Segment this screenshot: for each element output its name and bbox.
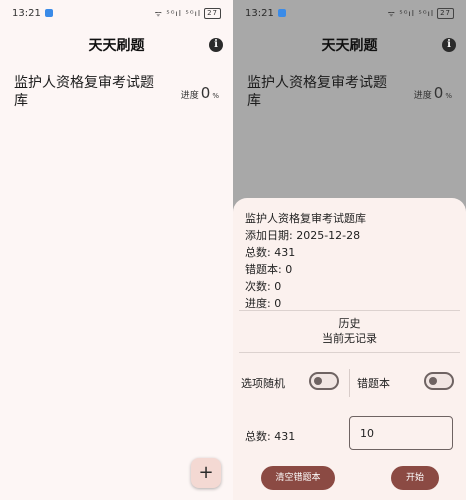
- battery-icon: 27: [437, 7, 454, 19]
- bank-details: 监护人资格复审考试题库 添加日期: 2025-12-28 总数: 431 错题本…: [245, 210, 366, 312]
- divider: [239, 352, 460, 353]
- progress-label: 进度: [413, 91, 432, 101]
- bank-progress: 进度 0 %: [181, 84, 219, 102]
- wrongbook-toggle[interactable]: [424, 372, 454, 390]
- app-bar: 天天刷题 i: [0, 30, 233, 60]
- bottom-sheet: 监护人资格复审考试题库 添加日期: 2025-12-28 总数: 431 错题本…: [233, 198, 466, 500]
- info-icon[interactable]: i: [209, 38, 223, 52]
- random-options-label: 选项随机: [241, 377, 285, 390]
- info-icon[interactable]: i: [442, 38, 456, 52]
- wrongbook-label: 错题本: [357, 377, 390, 390]
- divider: [239, 310, 460, 311]
- system-icons: ᯤ ⁵ᴳıl ⁵ᴳıl 27: [154, 7, 221, 19]
- toggle-knob: [314, 377, 322, 385]
- notification-icon: [44, 9, 53, 17]
- app-bar: 天天刷题 i: [233, 30, 466, 60]
- detail-wrong-count: 错题本: 0: [245, 263, 293, 276]
- add-bank-button[interactable]: +: [191, 458, 221, 488]
- random-options-toggle[interactable]: [309, 372, 339, 390]
- progress-value: 0: [433, 84, 444, 102]
- home-screen: 13:21 ᯤ ⁵ᴳıl ⁵ᴳıl 27 天天刷题 i 监护人资格复审考试题库 …: [0, 0, 233, 500]
- history-section: 历史 当前无记录: [233, 316, 466, 346]
- progress-label: 进度: [180, 91, 199, 101]
- progress-unit: %: [212, 92, 219, 100]
- divider: [349, 369, 350, 397]
- question-bank-item[interactable]: 监护人资格复审考试题库 进度 0 %: [247, 74, 454, 116]
- progress-unit: %: [445, 92, 452, 100]
- bank-detail-screen: 13:21 ᯤ ⁵ᴳıl ⁵ᴳıl 27 天天刷题 i 监护人资格复审考试题库 …: [233, 0, 466, 500]
- question-bank-item[interactable]: 监护人资格复审考试题库 进度 0 %: [14, 74, 221, 116]
- notification-icon: [277, 9, 286, 17]
- start-button[interactable]: 开始: [391, 466, 439, 490]
- signal-icons: ᯤ ⁵ᴳıl ⁵ᴳıl: [154, 8, 202, 18]
- count-row: 总数: 431: [233, 416, 466, 452]
- status-bar: 13:21 ᯤ ⁵ᴳıl ⁵ᴳıl 27: [233, 0, 466, 26]
- options-row: 选项随机 错题本: [233, 363, 466, 403]
- bank-progress: 进度 0 %: [414, 84, 452, 102]
- question-count-input[interactable]: [349, 416, 453, 450]
- bank-title: 监护人资格复审考试题库: [247, 75, 387, 109]
- total-label: 总数: 431: [245, 430, 296, 443]
- detail-added-date: 添加日期: 2025-12-28: [245, 229, 361, 242]
- history-empty: 当前无记录: [322, 332, 377, 345]
- signal-icons: ᯤ ⁵ᴳıl ⁵ᴳıl: [387, 8, 435, 18]
- app-title: 天天刷题: [321, 38, 378, 54]
- status-bar: 13:21 ᯤ ⁵ᴳıl ⁵ᴳıl 27: [0, 0, 233, 26]
- status-time: 13:21: [12, 7, 41, 19]
- history-title: 历史: [338, 317, 361, 330]
- detail-attempts: 次数: 0: [245, 280, 282, 293]
- progress-value: 0: [200, 84, 211, 102]
- system-icons: ᯤ ⁵ᴳıl ⁵ᴳıl 27: [387, 7, 454, 19]
- clear-wrongbook-button[interactable]: 清空错题本: [261, 466, 335, 490]
- detail-name: 监护人资格复审考试题库: [245, 212, 366, 225]
- bank-title: 监护人资格复审考试题库: [14, 75, 154, 109]
- battery-icon: 27: [204, 7, 221, 19]
- detail-total: 总数: 431: [245, 246, 296, 259]
- toggle-knob: [429, 377, 437, 385]
- status-time: 13:21: [245, 7, 274, 19]
- app-title: 天天刷题: [88, 38, 145, 54]
